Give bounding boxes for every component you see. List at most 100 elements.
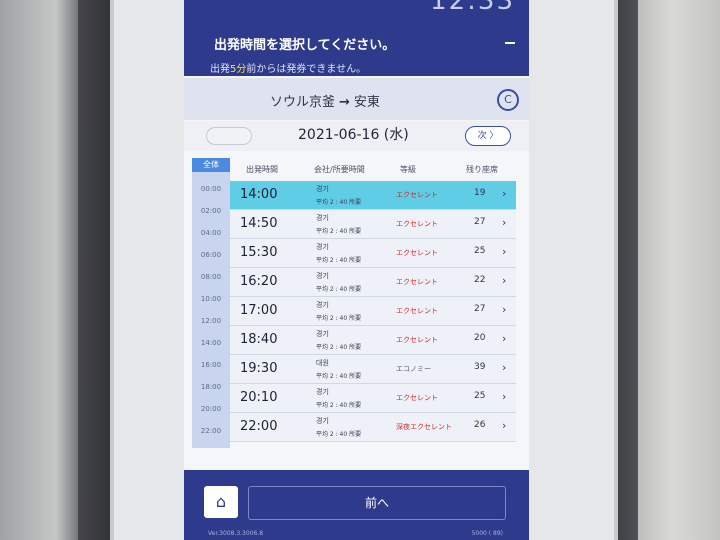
selected-date: 2021-06-16 (水) <box>298 127 409 143</box>
table-row[interactable]: 19:30 대원 平均 2 : 40 所要 エコノミー 39 › <box>230 355 516 384</box>
page-title: 出発時間を選択してください。 <box>214 38 396 53</box>
row-grade: エクセレント <box>396 278 438 286</box>
chevron-right-icon: › <box>502 361 507 374</box>
back-button[interactable]: 前へ <box>248 486 506 520</box>
footer: ⌂ 前へ Ver.3008.3.3006.8 5000 ( 89) <box>184 470 529 540</box>
row-company: 경기 <box>316 330 329 338</box>
notice-highlight: 5分 <box>230 64 247 75</box>
refresh-icon[interactable]: C <box>497 89 519 111</box>
table-row[interactable]: 17:00 경기 平均 2 : 40 所要 エクセレント 27 › <box>230 297 516 326</box>
minimize-icon <box>505 42 515 44</box>
row-company: 경기 <box>316 388 329 396</box>
table-row[interactable]: 22:00 경기 平均 2 : 40 所要 深夜エクセレント 26 › <box>230 413 516 442</box>
row-seats: 26 <box>474 420 486 430</box>
time-filter-item[interactable]: 04:00 <box>192 229 230 237</box>
chevron-right-icon: › <box>502 419 507 432</box>
row-grade: 深夜エクセレント <box>396 423 452 431</box>
row-duration: 平均 2 : 40 所要 <box>316 257 362 264</box>
time-filter-item[interactable]: 16:00 <box>192 361 230 369</box>
time-filter-sidebar: 全体 00:00 02:00 04:00 06:00 08:00 10:00 12:00 14… <box>192 158 230 448</box>
prev-day-button[interactable] <box>206 127 252 145</box>
row-duration: 平均 2 : 40 所要 <box>316 344 362 351</box>
chevron-right-icon: › <box>502 245 507 258</box>
col-grade: 等級 <box>400 165 416 174</box>
time-filter-item[interactable]: 06:00 <box>192 251 230 259</box>
row-company: 경기 <box>316 301 329 309</box>
next-day-button[interactable]: 次 〉 <box>465 126 511 146</box>
time-filter-item[interactable]: 00:00 <box>192 185 230 193</box>
chevron-right-icon: › <box>502 216 507 229</box>
col-departure: 出発時間 <box>246 165 278 174</box>
route-text: ソウル京釜 → 安東 <box>270 91 380 110</box>
row-duration: 平均 2 : 40 所要 <box>316 402 362 409</box>
row-seats: 39 <box>474 362 486 372</box>
home-icon[interactable]: ⌂ <box>204 486 238 518</box>
row-company: 경기 <box>316 272 329 280</box>
row-company: 경기 <box>316 243 329 251</box>
route-from: ソウル京釜 <box>270 95 336 110</box>
route-arrow-icon: → <box>339 95 350 110</box>
table-row[interactable]: 15:30 경기 平均 2 : 40 所要 エクセレント 25 › <box>230 239 516 268</box>
row-grade: エクセレント <box>396 336 438 344</box>
chevron-right-icon: › <box>502 332 507 345</box>
row-seats: 27 <box>474 304 486 314</box>
row-grade: エクセレント <box>396 249 438 257</box>
row-departure-time: 20:10 <box>240 390 278 405</box>
route-bar: ソウル京釜 → 安東 C <box>184 78 529 120</box>
row-seats: 25 <box>474 246 486 256</box>
time-filter-item[interactable]: 18:00 <box>192 383 230 391</box>
header: 12:33 出発時間を選択してください。 出発5分前からは発券できません。 <box>184 0 529 76</box>
wall-left <box>0 0 80 540</box>
time-filter-item[interactable]: 22:00 <box>192 427 230 435</box>
row-departure-time: 14:50 <box>240 216 278 231</box>
row-duration: 平均 2 : 40 所要 <box>316 373 362 380</box>
row-departure-time: 15:30 <box>240 245 278 260</box>
kiosk-screen: 12:33 出発時間を選択してください。 出発5分前からは発券できません。 ソウ… <box>184 0 529 540</box>
table-row[interactable]: 14:00 경기 平均 2 : 40 所要 エクセレント 19 › <box>230 181 516 210</box>
time-filter-item[interactable]: 12:00 <box>192 317 230 325</box>
chevron-right-icon: › <box>502 187 507 200</box>
table-row[interactable]: 20:10 경기 平均 2 : 40 所要 エクセレント 25 › <box>230 384 516 413</box>
table-row[interactable]: 14:50 경기 平均 2 : 40 所要 エクセレント 27 › <box>230 210 516 239</box>
time-filter-all[interactable]: 全体 <box>192 158 230 172</box>
row-seats: 25 <box>474 391 486 401</box>
time-filter-item[interactable]: 10:00 <box>192 295 230 303</box>
row-departure-time: 19:30 <box>240 361 278 376</box>
row-departure-time: 22:00 <box>240 419 278 434</box>
row-seats: 19 <box>474 188 486 198</box>
time-filter-item[interactable]: 14:00 <box>192 339 230 347</box>
terminal-code: 5000 ( 89) <box>471 530 503 537</box>
row-company: 경기 <box>316 417 329 425</box>
notice-text: 出発5分前からは発券できません。 <box>210 60 366 75</box>
table-header: 出発時間 会社/所要時間 等級 残り座席 <box>230 158 516 180</box>
row-grade: エクセレント <box>396 394 438 402</box>
row-company: 대원 <box>316 359 329 367</box>
row-grade: エクセレント <box>396 191 438 199</box>
chevron-right-icon: › <box>502 303 507 316</box>
time-filter-item[interactable]: 02:00 <box>192 207 230 215</box>
route-to: 安東 <box>353 95 380 110</box>
row-departure-time: 14:00 <box>240 187 278 202</box>
row-grade: エコノミー <box>396 365 431 373</box>
row-departure-time: 18:40 <box>240 332 278 347</box>
table-row[interactable]: 18:40 경기 平均 2 : 40 所要 エクセレント 20 › <box>230 326 516 355</box>
date-bar: 2021-06-16 (水) 次 〉 <box>184 121 529 151</box>
row-company: 경기 <box>316 214 329 222</box>
row-departure-time: 16:20 <box>240 274 278 289</box>
col-company: 会社/所要時間 <box>314 165 365 174</box>
row-grade: エクセレント <box>396 307 438 315</box>
row-duration: 平均 2 : 40 所要 <box>316 228 362 235</box>
row-company: 경기 <box>316 185 329 193</box>
row-seats: 27 <box>474 217 486 227</box>
notice-post: 前からは発券できません。 <box>246 64 367 75</box>
row-grade: エクセレント <box>396 220 438 228</box>
time-filter-item[interactable]: 20:00 <box>192 405 230 413</box>
table-row[interactable]: 16:20 경기 平均 2 : 40 所要 エクセレント 22 › <box>230 268 516 297</box>
chevron-right-icon: › <box>502 274 507 287</box>
row-duration: 平均 2 : 40 所要 <box>316 315 362 322</box>
col-seats: 残り座席 <box>466 165 498 174</box>
chevron-right-icon: › <box>502 390 507 403</box>
clock: 12:33 <box>430 0 515 16</box>
row-duration: 平均 2 : 40 所要 <box>316 431 362 438</box>
time-filter-item[interactable]: 08:00 <box>192 273 230 281</box>
